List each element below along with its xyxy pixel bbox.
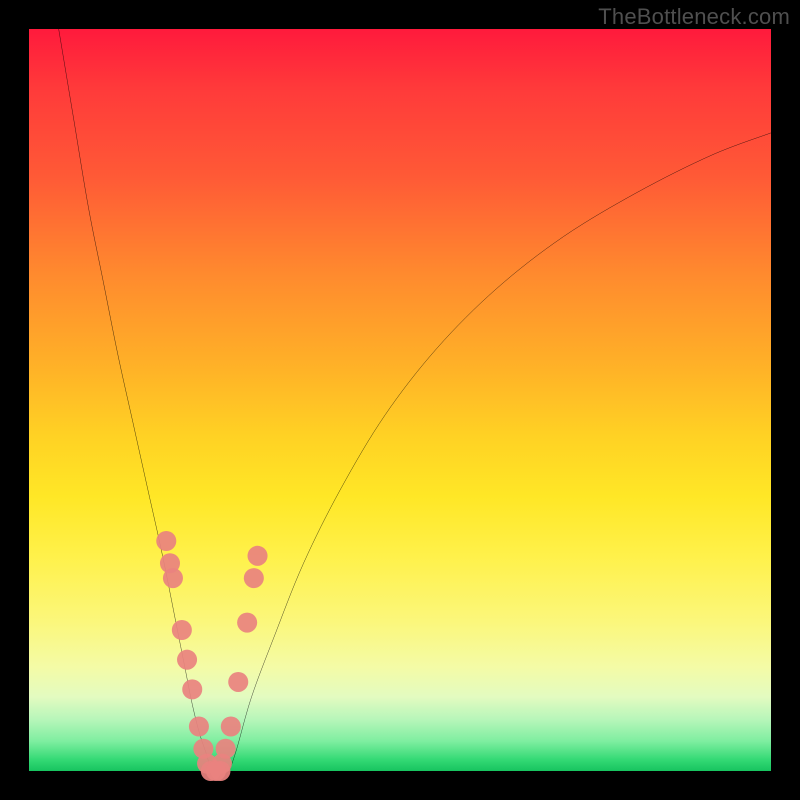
data-marker (237, 613, 257, 633)
curve-layer (29, 29, 771, 771)
chart-frame: TheBottleneck.com (0, 0, 800, 800)
data-marker (182, 679, 202, 699)
marker-group (156, 531, 267, 781)
data-marker (216, 739, 236, 759)
data-marker (172, 620, 192, 640)
watermark-text: TheBottleneck.com (598, 4, 790, 30)
data-marker (163, 568, 183, 588)
data-marker (189, 716, 209, 736)
plot-area (29, 29, 771, 771)
right-curve (229, 133, 771, 771)
data-marker (177, 650, 197, 670)
data-marker (248, 546, 268, 566)
data-marker (228, 672, 248, 692)
data-marker (244, 568, 264, 588)
data-marker (210, 761, 230, 781)
data-marker (221, 716, 241, 736)
data-marker (156, 531, 176, 551)
